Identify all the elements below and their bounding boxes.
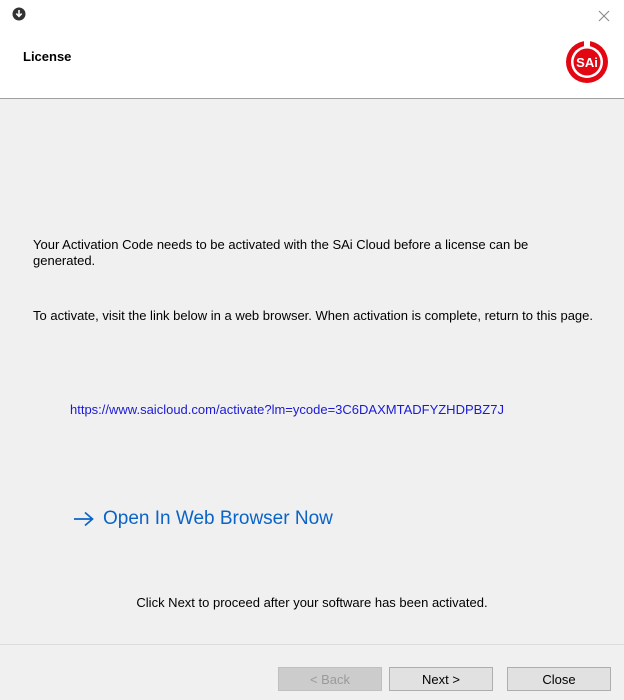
sai-logo-icon: SAi (566, 39, 608, 83)
page-title: License (23, 49, 72, 64)
close-button[interactable]: Close (507, 667, 611, 691)
arrow-right-icon (74, 511, 94, 527)
next-button[interactable]: Next > (389, 667, 493, 691)
back-button[interactable]: < Back (278, 667, 382, 691)
next-hint-text: Click Next to proceed after your softwar… (136, 595, 488, 610)
open-in-browser-label: Open In Web Browser Now (103, 508, 333, 529)
open-in-browser-link[interactable]: Open In Web Browser Now (73, 506, 333, 532)
download-icon (12, 7, 26, 21)
activation-message: Your Activation Code needs to be activat… (33, 237, 529, 268)
activation-link[interactable]: https://www.saicloud.com/activate?lm=yco… (70, 402, 504, 417)
logo-text: SAi (576, 55, 598, 70)
content-area (0, 99, 624, 644)
header-bar: License SAi (0, 0, 624, 99)
close-icon[interactable] (597, 9, 611, 23)
activation-instructions: To activate, visit the link below in a w… (33, 308, 593, 323)
